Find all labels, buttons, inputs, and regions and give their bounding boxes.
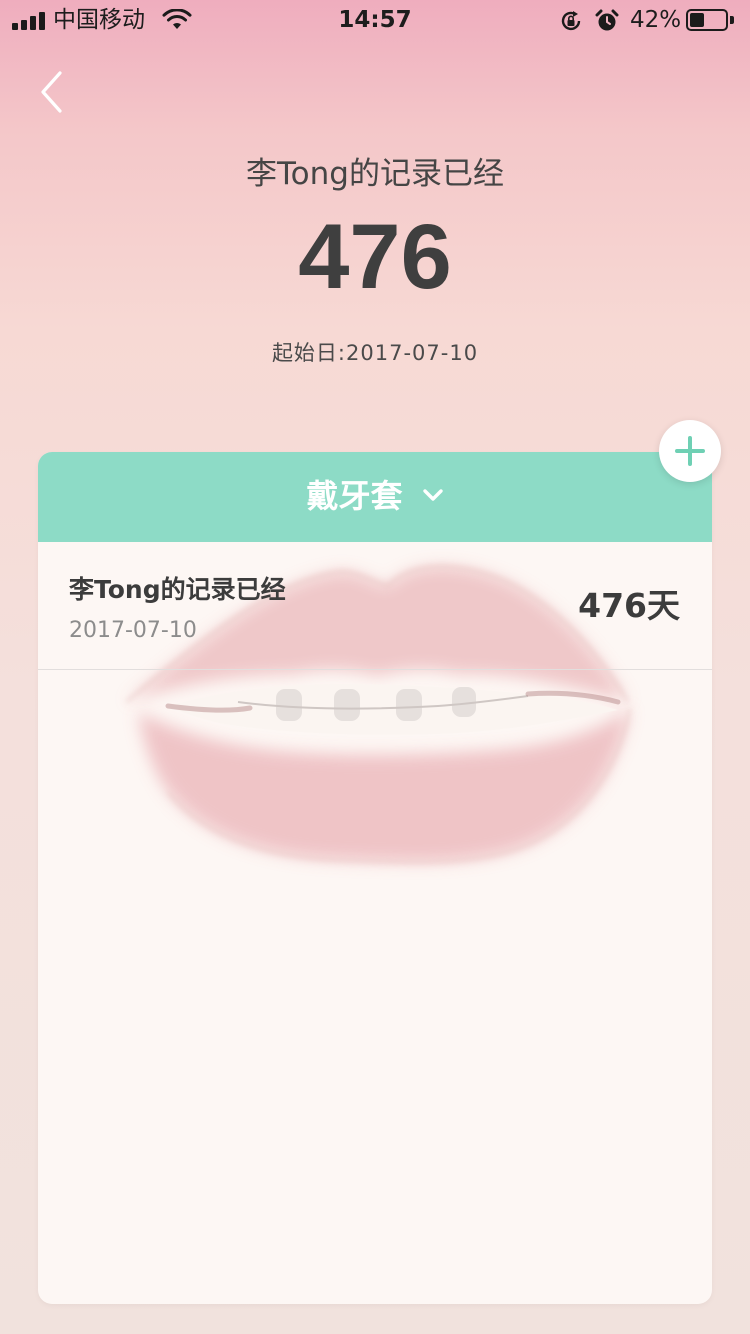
day-count: 476: [298, 206, 452, 308]
record-date: 2017-07-10: [69, 618, 197, 643]
record-days: 476天: [578, 586, 680, 625]
page-title: 李Tong的记录已经: [246, 156, 504, 192]
add-record-button[interactable]: [659, 420, 721, 482]
chevron-down-icon: [422, 489, 443, 501]
plus-icon: [675, 436, 705, 466]
alarm-icon: [595, 9, 619, 31]
back-chevron-icon: [41, 71, 62, 113]
record-row[interactable]: 李Tong的记录已经 2017-07-10 476天: [38, 542, 712, 670]
record-title: 李Tong的记录已经: [69, 575, 286, 604]
category-label: 戴牙套: [306, 477, 403, 515]
start-date: 起始日:2017-07-10: [271, 341, 479, 365]
status-bar: 中国移动 14:57 42%: [0, 0, 750, 40]
records-card: 戴牙套 李Tong的记录已经 2017-07-10 476天: [38, 452, 712, 1304]
battery-icon: [686, 9, 736, 33]
battery-percent: 42%: [630, 7, 682, 33]
back-button[interactable]: [30, 64, 80, 120]
rotation-lock-icon: [561, 11, 581, 31]
category-selector[interactable]: 戴牙套: [38, 452, 712, 542]
